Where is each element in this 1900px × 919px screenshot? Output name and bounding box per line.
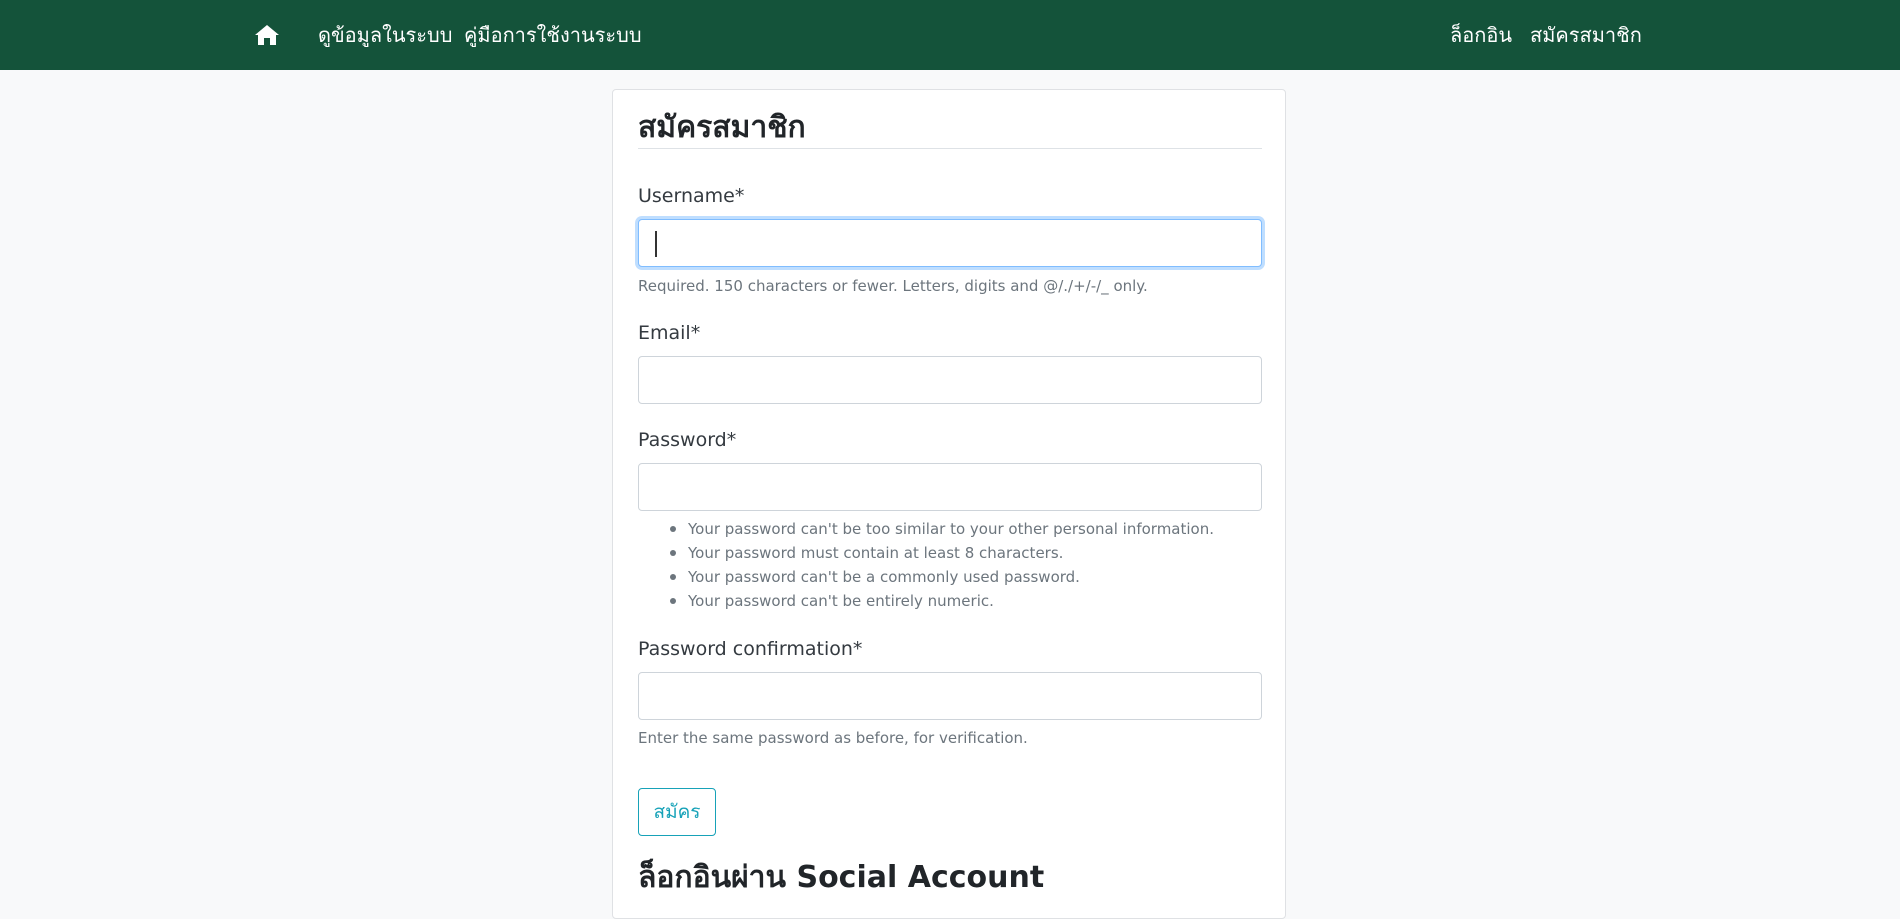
username-label: Username* xyxy=(638,185,745,207)
signup-card: สมัครสมาชิก Username* Required. 150 char… xyxy=(612,89,1286,919)
password-rules-list: Your password can't be too similar to yo… xyxy=(669,517,1214,613)
password-field[interactable] xyxy=(638,463,1262,511)
password-confirmation-help-text: Enter the same password as before, for v… xyxy=(638,729,1028,747)
nav-link-login[interactable]: ล็อกอิน xyxy=(1450,21,1512,49)
email-label: Email* xyxy=(638,322,701,344)
password-rule: Your password can't be entirely numeric. xyxy=(669,589,1214,613)
password-confirmation-field[interactable] xyxy=(638,672,1262,720)
nav-link-signup[interactable]: สมัครสมาชิก xyxy=(1530,21,1642,49)
page-title: สมัครสมาชิก xyxy=(638,110,806,145)
username-field[interactable] xyxy=(638,219,1262,267)
password-rule: Your password can't be too similar to yo… xyxy=(669,517,1214,541)
nav-link-user-manual[interactable]: คู่มือการใช้งานระบบ xyxy=(464,21,642,49)
password-confirmation-label: Password confirmation* xyxy=(638,638,863,660)
top-navbar: ดูข้อมูลในระบบ คู่มือการใช้งานระบบ ล็อกอ… xyxy=(0,0,1900,70)
password-rule: Your password must contain at least 8 ch… xyxy=(669,541,1214,565)
text-caret xyxy=(655,231,657,257)
nav-link-browse-data[interactable]: ดูข้อมูลในระบบ xyxy=(318,21,452,49)
social-login-heading: ล็อกอินผ่าน Social Account xyxy=(638,860,1045,895)
password-rule: Your password can't be a commonly used p… xyxy=(669,565,1214,589)
title-divider xyxy=(638,148,1262,149)
email-field[interactable] xyxy=(638,356,1262,404)
username-help-text: Required. 150 characters or fewer. Lette… xyxy=(638,277,1148,295)
signup-submit-button[interactable]: สมัคร xyxy=(638,788,716,836)
home-icon[interactable] xyxy=(254,24,280,46)
password-label: Password* xyxy=(638,429,737,451)
